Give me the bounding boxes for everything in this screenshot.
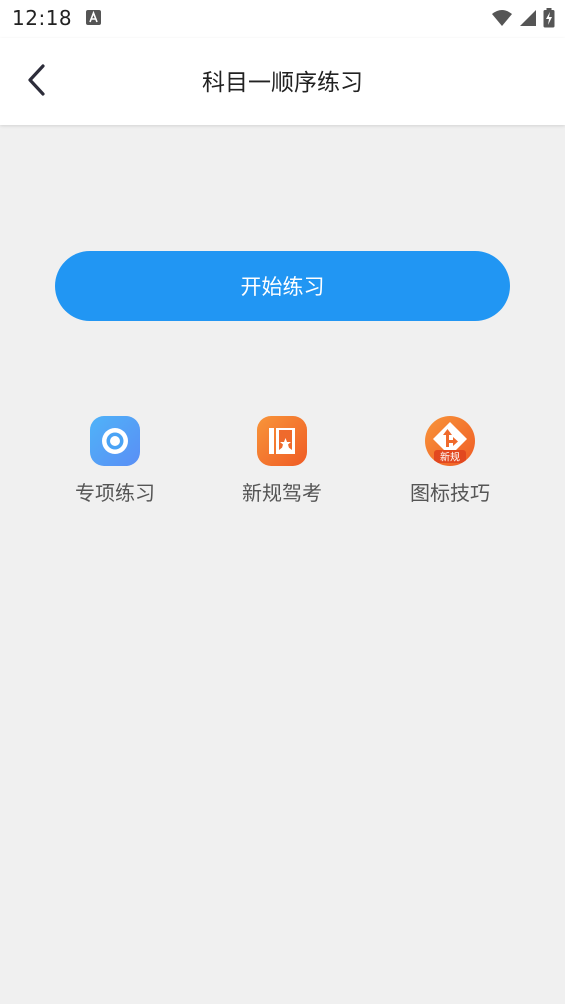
- page-title: 科目一顺序练习: [202, 70, 363, 96]
- target-icon: [90, 416, 140, 466]
- wifi-icon: [491, 9, 513, 31]
- signal-icon: [519, 9, 537, 31]
- new-rules-book-icon: [257, 416, 307, 466]
- sign-tips-entry[interactable]: 新规 图标技巧: [390, 416, 510, 506]
- new-rules-exam-entry[interactable]: 新规驾考: [222, 416, 342, 506]
- entry-label: 专项练习: [75, 481, 155, 505]
- sign-tips-icon: 新规: [425, 416, 475, 466]
- start-practice-button[interactable]: 开始练习: [55, 251, 510, 321]
- special-practice-entry[interactable]: 专项练习: [55, 416, 175, 506]
- status-time: 12:18: [12, 6, 73, 30]
- status-icons: [491, 8, 555, 32]
- battery-charging-icon: [543, 8, 555, 32]
- status-bar: 12:18: [0, 0, 565, 38]
- entry-label: 图标技巧: [410, 481, 490, 505]
- app-header: 科目一顺序练习: [0, 38, 565, 125]
- entry-label: 新规驾考: [242, 481, 322, 505]
- badge-text: 新规: [440, 451, 460, 464]
- notification-a-icon: [86, 10, 101, 25]
